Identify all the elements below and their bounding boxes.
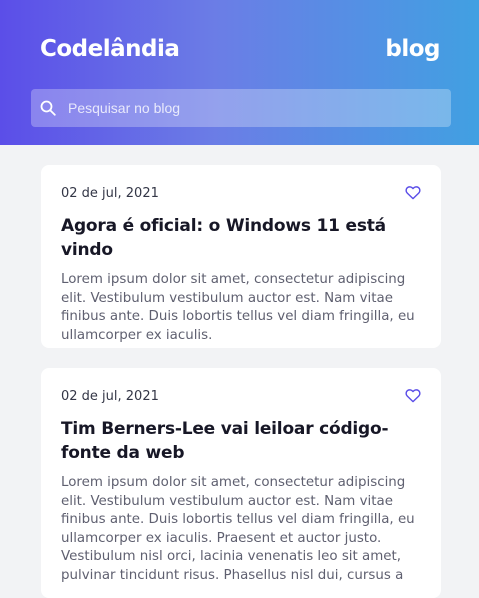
post-card[interactable]: 02 de jul, 2021 Tim Berners-Lee vai leil… <box>41 368 441 598</box>
post-title[interactable]: Agora é oficial: o Windows 11 está vindo <box>61 214 421 262</box>
post-excerpt: Lorem ipsum dolor sit amet, consectetur … <box>61 475 415 583</box>
post-date: 02 de jul, 2021 <box>61 186 159 201</box>
post-card[interactable]: 02 de jul, 2021 Agora é oficial: o Windo… <box>41 165 441 348</box>
section-title[interactable]: blog <box>385 36 440 62</box>
search-bar[interactable] <box>31 89 451 127</box>
search-input[interactable] <box>68 89 451 127</box>
heart-icon[interactable] <box>405 185 421 200</box>
heart-icon[interactable] <box>405 388 421 403</box>
post-title[interactable]: Tim Berners-Lee vai leiloar código-fonte… <box>61 417 421 465</box>
post-excerpt: Lorem ipsum dolor sit amet, consectetur … <box>61 272 415 343</box>
search-icon <box>40 100 56 116</box>
header: Codelândia blog <box>0 0 479 145</box>
brand-logo[interactable]: Codelândia <box>40 36 180 62</box>
post-date: 02 de jul, 2021 <box>61 389 159 404</box>
